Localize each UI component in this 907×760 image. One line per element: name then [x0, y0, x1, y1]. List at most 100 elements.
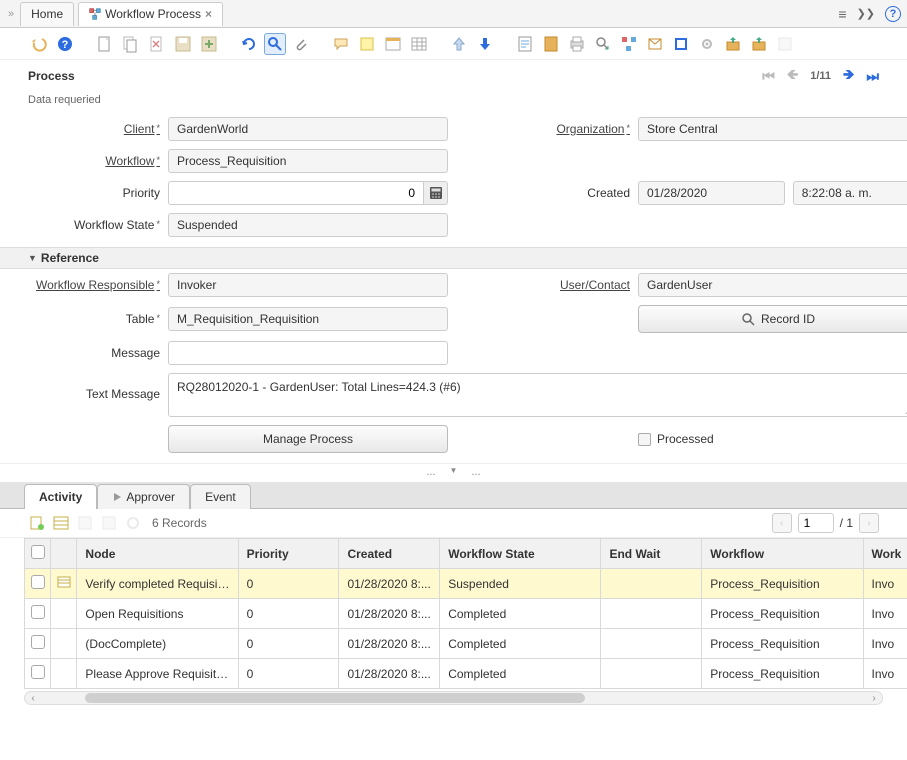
workflow-field[interactable]: Process_Requisition: [168, 149, 448, 173]
help-toolbar-icon[interactable]: ?: [54, 33, 76, 55]
calculator-icon[interactable]: [423, 182, 447, 204]
save-new-icon[interactable]: [198, 33, 220, 55]
table-field[interactable]: M_Requisition_Requisition: [168, 307, 448, 331]
user-contact-field[interactable]: GardenUser: [638, 273, 907, 297]
organization-field[interactable]: Store Central: [638, 117, 907, 141]
message-field[interactable]: [168, 341, 448, 365]
first-record-icon[interactable]: ⏮: [762, 68, 775, 85]
priority-field[interactable]: [168, 181, 448, 205]
table-row[interactable]: Open Requisitions001/28/2020 8:...Comple…: [25, 599, 907, 629]
copy-record-icon[interactable]: [120, 33, 142, 55]
manage-process-button[interactable]: Manage Process: [168, 425, 448, 453]
chat-icon[interactable]: [330, 33, 352, 55]
grid-col-node[interactable]: Node: [77, 539, 238, 569]
grid-toggle-icon[interactable]: [408, 33, 430, 55]
grid-form-toggle-icon[interactable]: [52, 514, 70, 532]
export-icon[interactable]: [722, 33, 744, 55]
reference-group-header[interactable]: ▼ Reference: [0, 247, 907, 269]
tab-workflow-process[interactable]: Workflow Process ×: [78, 2, 223, 26]
collapse-chevrons-icon[interactable]: ❯❯: [857, 7, 875, 20]
last-record-icon[interactable]: ⏭: [866, 68, 879, 85]
table-row[interactable]: Please Approve Requisition001/28/2020 8:…: [25, 659, 907, 689]
grid-col-created[interactable]: Created: [339, 539, 440, 569]
pager-page-input[interactable]: [798, 513, 834, 533]
process-gear-icon[interactable]: [696, 33, 718, 55]
refresh-icon[interactable]: [238, 33, 260, 55]
note-icon[interactable]: [356, 33, 378, 55]
grid-col-endwait[interactable]: End Wait: [601, 539, 702, 569]
close-tab-icon[interactable]: ×: [205, 7, 212, 21]
priority-input[interactable]: [169, 186, 423, 200]
row-checkbox[interactable]: [31, 575, 45, 589]
pager-prev-icon[interactable]: ‹: [772, 513, 792, 533]
record-id-button[interactable]: Record ID: [638, 305, 907, 333]
created-date-field[interactable]: 01/28/2020: [638, 181, 785, 205]
new-record-icon[interactable]: [94, 33, 116, 55]
midbar-dots-2[interactable]: ...: [471, 466, 480, 478]
wf-responsible-field[interactable]: Invoker: [168, 273, 448, 297]
request-icon[interactable]: [644, 33, 666, 55]
arrow-down-icon[interactable]: [474, 33, 496, 55]
attachment-icon[interactable]: [290, 33, 312, 55]
grid-header-row: Node Priority Created Workflow State End…: [25, 539, 907, 569]
csv-import-icon[interactable]: [774, 33, 796, 55]
zoom-across-icon[interactable]: [592, 33, 614, 55]
cell-workflow: Process_Requisition: [702, 659, 863, 689]
save-record-icon[interactable]: [172, 33, 194, 55]
grid-process-icon[interactable]: [124, 514, 142, 532]
grid-col-workflow[interactable]: Workflow: [702, 539, 863, 569]
scroll-right-icon[interactable]: ›: [866, 692, 882, 704]
grid-delete-icon[interactable]: [100, 514, 118, 532]
row-checkbox[interactable]: [31, 665, 45, 679]
delete-record-icon[interactable]: [146, 33, 168, 55]
text-message-field[interactable]: RQ28012020-1 - GardenUser: Total Lines=4…: [168, 373, 907, 417]
tab-activity[interactable]: Activity: [24, 484, 97, 509]
scroll-left-icon[interactable]: ‹: [25, 692, 41, 704]
help-icon[interactable]: ?: [885, 6, 901, 22]
grid-col-priority[interactable]: Priority: [238, 539, 339, 569]
arrow-up-icon[interactable]: [448, 33, 470, 55]
workflow-state-field[interactable]: Suspended: [168, 213, 448, 237]
created-time-field[interactable]: 8:22:08 a. m.: [793, 181, 907, 205]
grid-col-wfr[interactable]: Work: [863, 539, 907, 569]
next-record-icon[interactable]: 🡺: [843, 64, 854, 88]
scrollbar-thumb[interactable]: [85, 693, 585, 703]
lookup-icon[interactable]: [264, 33, 286, 55]
hamburger-icon[interactable]: ≡: [838, 6, 846, 22]
record-nav: ⏮ 🡸 1/11 🡺 ⏭: [762, 64, 879, 88]
workflow-label[interactable]: Workflow*: [28, 154, 168, 168]
calendar-icon[interactable]: [382, 33, 404, 55]
prev-record-icon[interactable]: 🡸: [787, 64, 798, 88]
horizontal-scrollbar[interactable]: ‹ ›: [24, 691, 883, 705]
expand-chevron-icon[interactable]: »: [6, 8, 16, 20]
midbar-dots-1[interactable]: ...: [426, 466, 435, 478]
row-checkbox[interactable]: [31, 635, 45, 649]
tab-home[interactable]: Home: [20, 2, 74, 26]
client-field[interactable]: GardenWorld: [168, 117, 448, 141]
table-row[interactable]: (DocComplete)001/28/2020 8:...CompletedP…: [25, 629, 907, 659]
user-contact-label[interactable]: User/Contact: [508, 278, 638, 292]
tab-event[interactable]: Event: [190, 484, 251, 509]
active-workflow-icon[interactable]: [618, 33, 640, 55]
tab-approver[interactable]: Approver: [97, 484, 190, 509]
client-label[interactable]: Client*: [28, 122, 168, 136]
grid-save-icon[interactable]: [76, 514, 94, 532]
import-icon[interactable]: [748, 33, 770, 55]
pager-next-icon[interactable]: ›: [859, 513, 879, 533]
cell-wfr: Invo: [863, 629, 907, 659]
wf-responsible-label[interactable]: Workflow Responsible*: [28, 278, 168, 292]
grid-new-icon[interactable]: [28, 514, 46, 532]
grid-col-state[interactable]: Workflow State: [440, 539, 601, 569]
processed-checkbox[interactable]: Processed: [638, 432, 907, 446]
midbar-chevron-icon[interactable]: ▼: [450, 466, 458, 478]
organization-label[interactable]: Organization*: [508, 122, 638, 136]
row-edit-icon[interactable]: [51, 569, 77, 599]
grid-header-checkbox[interactable]: [25, 539, 51, 569]
print-icon[interactable]: [566, 33, 588, 55]
row-checkbox[interactable]: [31, 605, 45, 619]
product-info-icon[interactable]: [670, 33, 692, 55]
report-icon[interactable]: [514, 33, 536, 55]
undo-icon[interactable]: [28, 33, 50, 55]
table-row[interactable]: Verify completed Requisition001/28/2020 …: [25, 569, 907, 599]
archive-icon[interactable]: [540, 33, 562, 55]
